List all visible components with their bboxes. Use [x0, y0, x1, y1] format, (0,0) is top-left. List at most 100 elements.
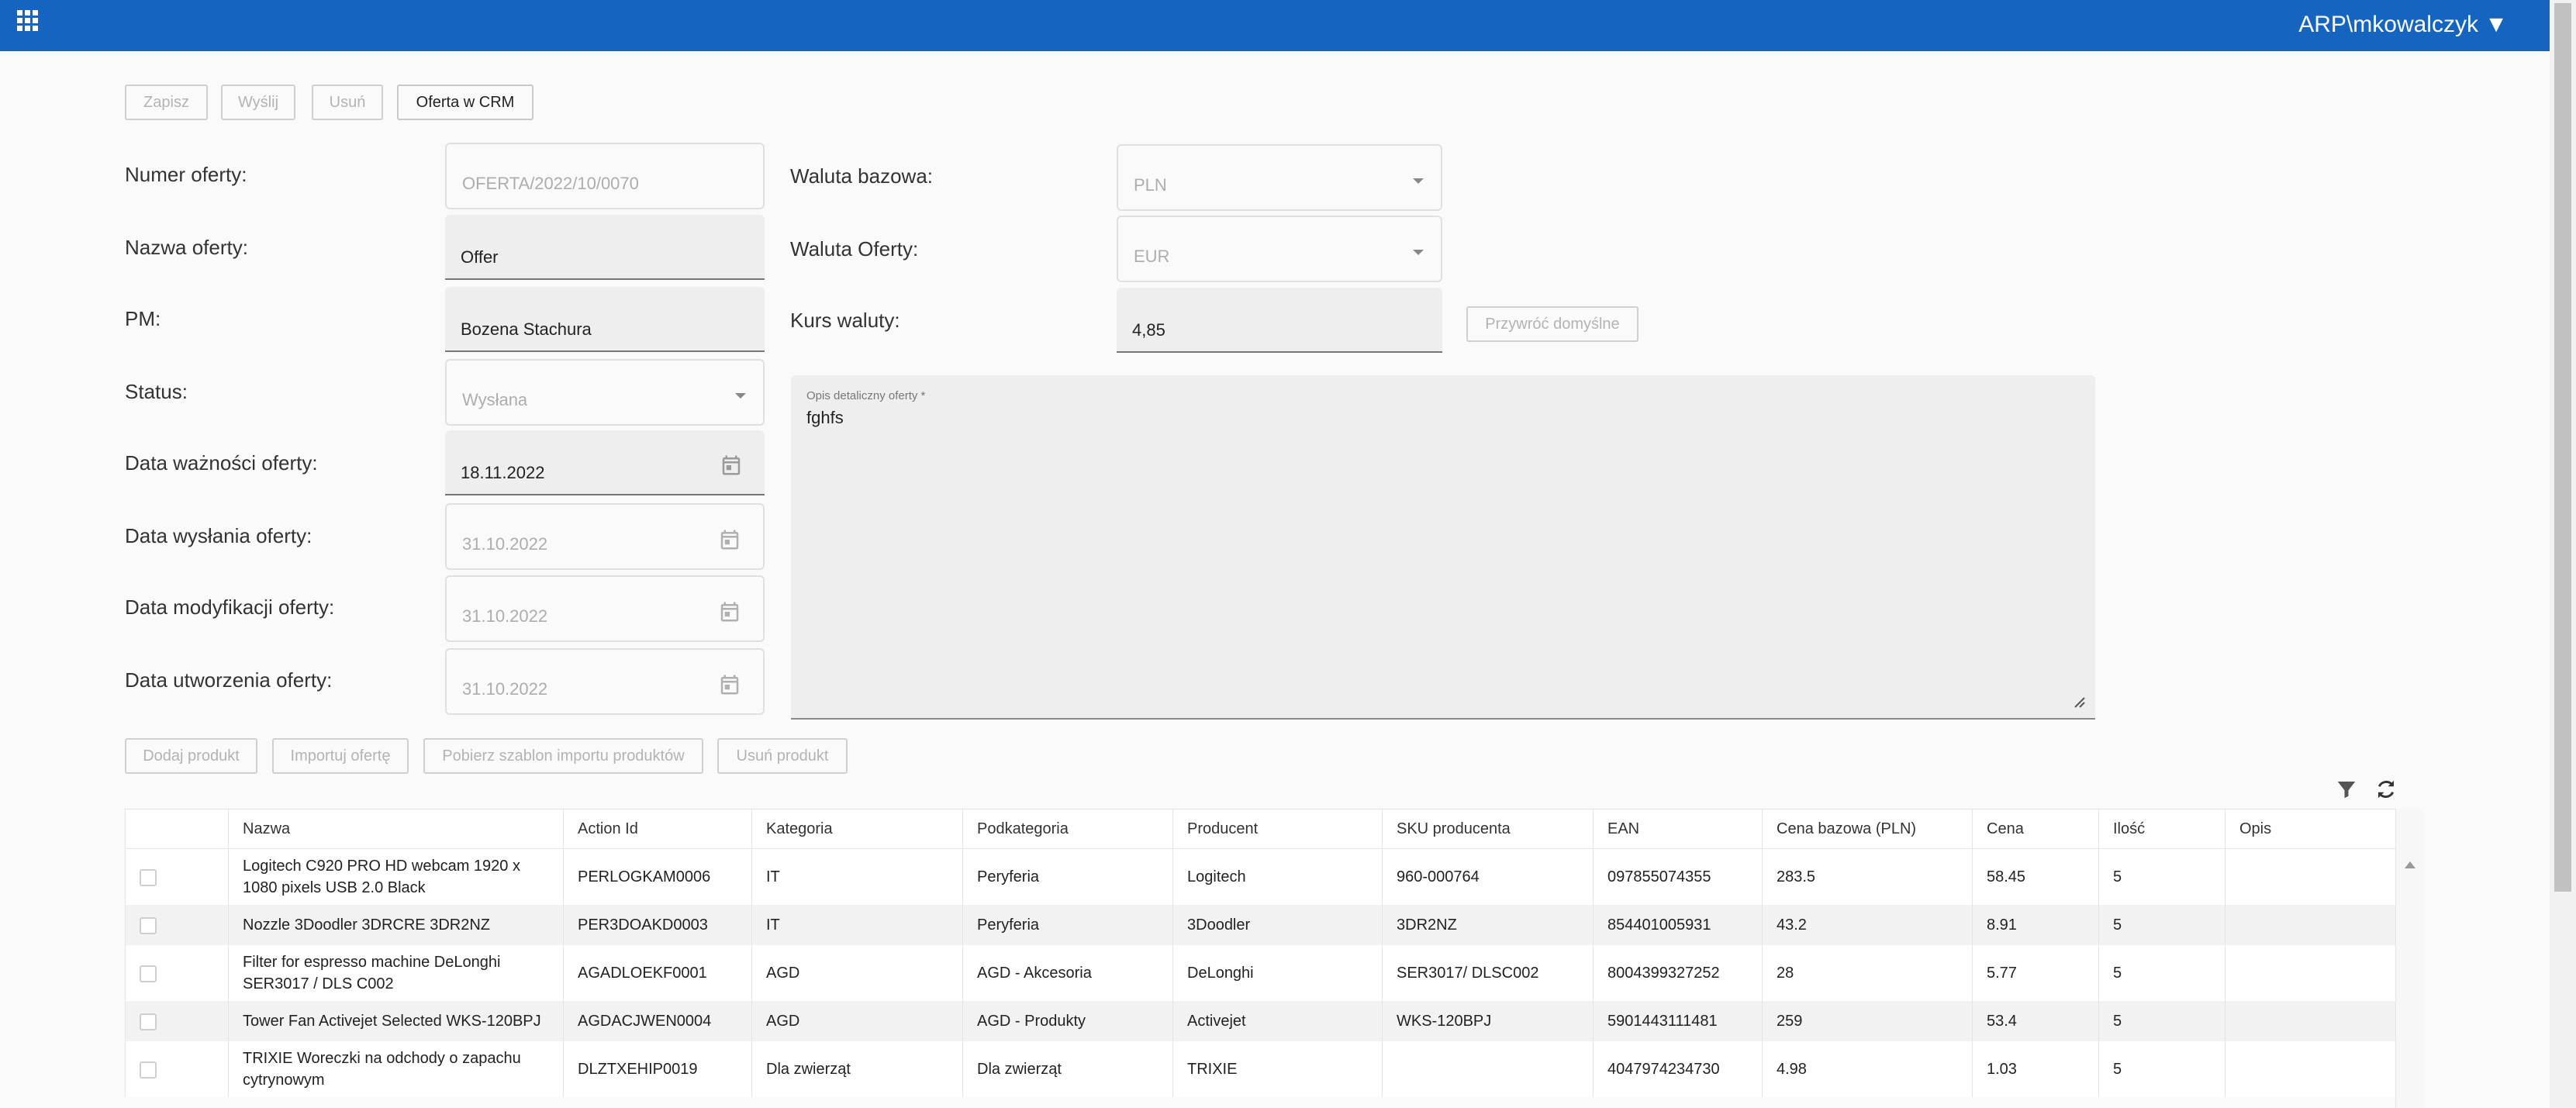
- page-scrollbar[interactable]: [2550, 0, 2576, 1108]
- page-scrollbar-thumb[interactable]: [2554, 3, 2571, 892]
- column-header-select[interactable]: [125, 809, 229, 849]
- cell-action-id: AGADLOEKF0001: [563, 945, 752, 1001]
- cell-qty: 5: [2098, 1001, 2226, 1041]
- column-header-action-id[interactable]: Action Id: [563, 809, 752, 849]
- modified-date-field[interactable]: 31.10.2022: [445, 575, 765, 642]
- scroll-up-icon[interactable]: [2405, 861, 2415, 868]
- offer-name-label: Nazwa oferty:: [125, 236, 248, 259]
- description-textarea[interactable]: Opis detaliczny oferty * fghfs: [791, 375, 2095, 720]
- cell-name: Filter for espresso machine DeLonghi SER…: [228, 945, 564, 1001]
- row-checkbox[interactable]: [140, 868, 157, 886]
- save-button[interactable]: Zapisz: [125, 85, 208, 120]
- offer-number-value: OFERTA/2022/10/0070: [462, 174, 639, 193]
- exchange-rate-value: 4,85: [1132, 320, 1165, 340]
- import-offer-button[interactable]: Importuj ofertę: [272, 738, 409, 774]
- valid-date-label: Data ważności oferty:: [125, 451, 318, 475]
- column-header-podkategoria[interactable]: Podkategoria: [962, 809, 1173, 849]
- valid-date-field[interactable]: 18.11.2022: [445, 430, 765, 495]
- table-header-row: Nazwa Action Id Kategoria Podkategoria P…: [125, 809, 2396, 849]
- cell-qty: 5: [2098, 848, 2226, 905]
- row-checkbox[interactable]: [140, 1061, 157, 1079]
- remove-product-button[interactable]: Usuń produkt: [717, 738, 848, 774]
- table-row[interactable]: TRIXIE Woreczki na odchody o zapachu cyt…: [125, 1041, 2396, 1097]
- column-header-ean[interactable]: EAN: [1593, 809, 1763, 849]
- cell-base-price: 28: [1762, 945, 1973, 1001]
- row-checkbox[interactable]: [140, 1013, 157, 1030]
- base-currency-value: PLN: [1134, 175, 1167, 195]
- pm-value: Bozena Stachura: [461, 319, 592, 339]
- cell-action-id: AGDACJWEN0004: [563, 1001, 752, 1041]
- status-select[interactable]: Wysłana: [445, 359, 765, 426]
- row-checkbox[interactable]: [140, 965, 157, 982]
- exchange-rate-field[interactable]: 4,85: [1117, 288, 1442, 353]
- table-row[interactable]: Nozzle 3Doodler 3DRCRE 3DR2NZ PER3DOAKD0…: [125, 905, 2396, 945]
- cell-category: IT: [751, 905, 963, 945]
- offer-number-field[interactable]: OFERTA/2022/10/0070: [445, 143, 765, 209]
- crm-offer-button[interactable]: Oferta w CRM: [397, 85, 534, 120]
- column-header-desc[interactable]: Opis: [2225, 809, 2396, 849]
- table-row[interactable]: Logitech C920 PRO HD webcam 1920 x 1080 …: [125, 848, 2396, 905]
- refresh-icon[interactable]: [2374, 778, 2398, 801]
- description-value: fghfs: [806, 408, 844, 427]
- offer-currency-value: EUR: [1134, 247, 1170, 266]
- sent-date-value: 31.10.2022: [462, 534, 548, 554]
- cell-price: 53.4: [1972, 1001, 2099, 1041]
- base-currency-select[interactable]: PLN: [1117, 144, 1442, 211]
- modified-date-value: 31.10.2022: [462, 606, 548, 626]
- cell-action-id: PERLOGKAM0006: [563, 848, 752, 905]
- apps-grid-icon[interactable]: [17, 10, 39, 32]
- cell-base-price: 4.98: [1762, 1041, 1973, 1097]
- cell-subcategory: Dla zwierząt: [962, 1041, 1173, 1097]
- filter-icon[interactable]: [2335, 778, 2358, 801]
- user-menu[interactable]: ARP\mkowalczyk ▼: [2298, 12, 2508, 38]
- column-header-sku[interactable]: SKU producenta: [1382, 809, 1594, 849]
- cell-sku: [1382, 1041, 1594, 1097]
- cell-sku: SER3017/ DLSC002: [1382, 945, 1594, 1001]
- sent-date-label: Data wysłania oferty:: [125, 524, 313, 547]
- cell-name: TRIXIE Woreczki na odchody o zapachu cyt…: [228, 1041, 564, 1097]
- column-header-kategoria[interactable]: Kategoria: [751, 809, 963, 849]
- table-row[interactable]: Filter for espresso machine DeLonghi SER…: [125, 945, 2396, 1001]
- chevron-down-icon: [735, 393, 746, 399]
- chevron-down-icon: [1413, 178, 1424, 184]
- send-button[interactable]: Wyślij: [221, 85, 295, 120]
- column-header-qty[interactable]: Ilość: [2098, 809, 2226, 849]
- calendar-icon: [720, 602, 739, 622]
- cell-ean: 097855074355: [1593, 848, 1763, 905]
- table-scrollbar[interactable]: [2395, 809, 2423, 1108]
- cell-sku: 960-000764: [1382, 848, 1594, 905]
- column-header-base-price[interactable]: Cena bazowa (PLN): [1762, 809, 1973, 849]
- cell-qty: 5: [2098, 945, 2226, 1001]
- sent-date-field[interactable]: 31.10.2022: [445, 503, 765, 570]
- cell-category: IT: [751, 848, 963, 905]
- calendar-icon[interactable]: [720, 454, 743, 477]
- row-checkbox[interactable]: [140, 916, 157, 934]
- cell-name: Logitech C920 PRO HD webcam 1920 x 1080 …: [228, 848, 564, 905]
- offer-currency-select[interactable]: EUR: [1117, 216, 1442, 282]
- created-date-field[interactable]: 31.10.2022: [445, 648, 765, 715]
- column-header-producent[interactable]: Producent: [1172, 809, 1383, 849]
- offer-number-label: Numer oferty:: [125, 163, 247, 186]
- created-date-label: Data utworzenia oferty:: [125, 668, 333, 692]
- status-value: Wysłana: [462, 390, 528, 409]
- table-row[interactable]: Tower Fan Activejet Selected WKS-120BPJ …: [125, 1001, 2396, 1041]
- offer-name-field[interactable]: Offer: [445, 215, 765, 280]
- cell-base-price: 283.5: [1762, 848, 1973, 905]
- delete-button[interactable]: Usuń: [312, 85, 383, 120]
- cell-qty: 5: [2098, 1041, 2226, 1097]
- cell-category: AGD: [751, 945, 963, 1001]
- cell-subcategory: Peryferia: [962, 848, 1173, 905]
- resize-handle-icon[interactable]: [2070, 693, 2086, 709]
- cell-ean: 8004399327252: [1593, 945, 1763, 1001]
- add-product-button[interactable]: Dodaj produkt: [125, 738, 257, 774]
- created-date-value: 31.10.2022: [462, 679, 548, 699]
- pm-field[interactable]: Bozena Stachura: [445, 287, 765, 352]
- cell-producer: Activejet: [1172, 1001, 1383, 1041]
- cell-price: 5.77: [1972, 945, 2099, 1001]
- cell-sku: 3DR2NZ: [1382, 905, 1594, 945]
- column-header-price[interactable]: Cena: [1972, 809, 2099, 849]
- download-template-button[interactable]: Pobierz szablon importu produktów: [423, 738, 703, 774]
- exchange-rate-label: Kurs waluty:: [790, 309, 900, 332]
- restore-default-button[interactable]: Przywróć domyślne: [1466, 306, 1638, 342]
- column-header-nazwa[interactable]: Nazwa: [228, 809, 564, 849]
